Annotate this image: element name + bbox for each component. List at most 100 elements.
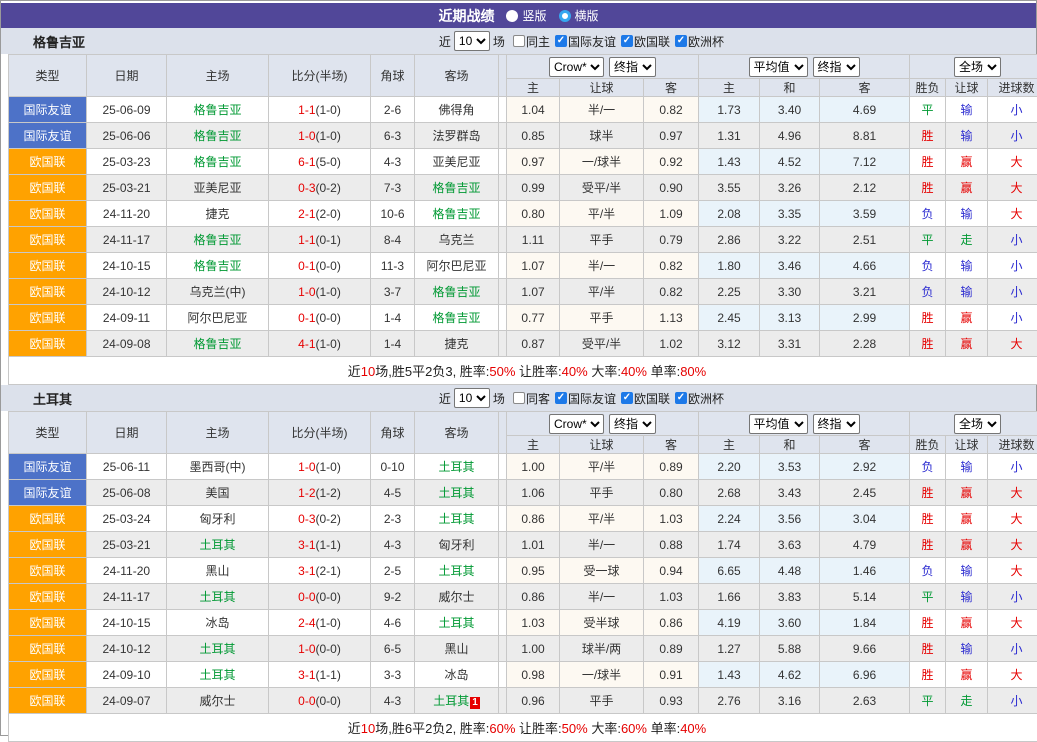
score: 2-1(2-0) <box>269 201 371 227</box>
competition-badge: 国际友谊 <box>9 123 87 149</box>
summary-segment: 40% <box>562 364 588 379</box>
away-odds: 0.90 <box>644 175 699 201</box>
competition-badge: 欧国联 <box>9 688 87 714</box>
comp-nations-league-checkbox[interactable]: 欧国联 <box>621 390 670 407</box>
avg-away: 2.63 <box>820 688 910 714</box>
same-venue-checkbox[interactable]: 同客 <box>513 390 550 407</box>
avg-draw: 3.35 <box>760 201 820 227</box>
odds-group-header: Crow* 终指 <box>507 412 699 436</box>
goals-result: 大 <box>988 610 1037 636</box>
spacer <box>499 201 507 227</box>
avg-home: 2.68 <box>699 480 760 506</box>
handicap-result: 走 <box>946 227 988 253</box>
match-row: 欧国联24-11-20捷克2-1(2-0)10-6格鲁吉亚0.80平/半1.09… <box>9 201 1037 227</box>
handicap-line: 受平/半 <box>560 331 644 357</box>
odds-index-select[interactable]: 终指 <box>609 57 656 77</box>
away-team: 阿尔巴尼亚 <box>415 253 499 279</box>
match-row: 欧国联24-10-12乌克兰(中)1-0(1-0)3-7格鲁吉亚1.07平/半0… <box>9 279 1037 305</box>
scope-select[interactable]: 全场 <box>954 57 1001 77</box>
goals-result: 大 <box>988 149 1037 175</box>
match-row: 国际友谊25-06-08美国1-2(1-2)4-5土耳其1.06平手0.802.… <box>9 480 1037 506</box>
home-odds: 0.85 <box>507 123 560 149</box>
odds-source-select[interactable]: Crow* <box>549 57 604 77</box>
average-index-select[interactable]: 终指 <box>813 414 860 434</box>
handicap-result: 输 <box>946 279 988 305</box>
odds-source-select[interactable]: Crow* <box>549 414 604 434</box>
handicap-line: 球半 <box>560 123 644 149</box>
avg-draw: 4.48 <box>760 558 820 584</box>
match-row: 国际友谊25-06-09格鲁吉亚1-1(1-0)2-6佛得角1.04半/一0.8… <box>9 97 1037 123</box>
same-venue-checkbox[interactable]: 同主 <box>513 33 550 50</box>
summary-segment: 60% <box>621 721 647 736</box>
competition-badge: 欧国联 <box>9 305 87 331</box>
average-index-select[interactable]: 终指 <box>813 57 860 77</box>
away-odds: 0.86 <box>644 610 699 636</box>
away-team: 法罗群岛 <box>415 123 499 149</box>
avg-draw: 3.30 <box>760 279 820 305</box>
col-avg-home: 主 <box>699 436 760 454</box>
comp-euro-checkbox[interactable]: 欧洲杯 <box>675 33 724 50</box>
avg-away: 4.79 <box>820 532 910 558</box>
avg-away: 4.69 <box>820 97 910 123</box>
home-odds: 0.86 <box>507 506 560 532</box>
match-result: 胜 <box>910 662 946 688</box>
match-row: 欧国联24-11-17土耳其0-0(0-0)9-2威尔士0.86半/一1.031… <box>9 584 1037 610</box>
away-odds: 0.94 <box>644 558 699 584</box>
comp-euro-checkbox[interactable]: 欧洲杯 <box>675 390 724 407</box>
scope-group-header: 全场 <box>910 412 1037 436</box>
avg-home: 4.19 <box>699 610 760 636</box>
handicap-line: 平手 <box>560 227 644 253</box>
goals-result: 小 <box>988 584 1037 610</box>
home-odds: 0.98 <box>507 662 560 688</box>
summary-segment: 近 <box>348 721 361 736</box>
home-odds: 0.87 <box>507 331 560 357</box>
average-group-header: 平均值 终指 <box>699 412 910 436</box>
avg-draw: 5.88 <box>760 636 820 662</box>
handicap-result: 赢 <box>946 480 988 506</box>
avg-away: 2.28 <box>820 331 910 357</box>
match-row: 欧国联24-11-20黑山3-1(2-1)2-5土耳其0.95受一球0.946.… <box>9 558 1037 584</box>
match-count-select[interactable]: 10 <box>454 31 490 51</box>
col-handicap-result: 让球 <box>946 79 988 97</box>
comp-nations-league-checkbox[interactable]: 欧国联 <box>621 33 670 50</box>
score: 0-1(0-0) <box>269 253 371 279</box>
away-odds: 0.89 <box>644 454 699 480</box>
match-count-select[interactable]: 10 <box>454 388 490 408</box>
competition-badge: 欧国联 <box>9 227 87 253</box>
goals-result: 小 <box>988 123 1037 149</box>
corners: 3-7 <box>371 279 415 305</box>
col-avg-draw: 和 <box>760 436 820 454</box>
matches-table-georgia: 类型 日期 主场 比分(半场) 角球 客场 Crow* 终指 平均值 终指 <box>8 54 1037 385</box>
match-row: 国际友谊25-06-06格鲁吉亚1-0(1-0)6-3法罗群岛0.85球半0.9… <box>9 123 1037 149</box>
layout-horizontal-radio[interactable]: 横版 <box>559 7 599 24</box>
handicap-line: 半/一 <box>560 532 644 558</box>
comp-friendly-checkbox[interactable]: 国际友谊 <box>555 33 616 50</box>
match-row: 欧国联25-03-21土耳其3-1(1-1)4-3匈牙利1.01半/一0.881… <box>9 532 1037 558</box>
summary-segment: 10 <box>361 364 375 379</box>
away-odds: 0.91 <box>644 662 699 688</box>
corners: 3-3 <box>371 662 415 688</box>
away-odds: 0.82 <box>644 97 699 123</box>
match-row: 欧国联24-09-07威尔士0-0(0-0)4-3土耳其10.96平手0.932… <box>9 688 1037 714</box>
col-result: 胜负 <box>910 436 946 454</box>
layout-vertical-radio[interactable]: 竖版 <box>506 7 546 24</box>
match-result: 平 <box>910 97 946 123</box>
score: 0-3(0-2) <box>269 175 371 201</box>
matches-table-turkey: 类型 日期 主场 比分(半场) 角球 客场 Crow* 终指 平均值 终指 <box>8 411 1037 742</box>
comp-friendly-checkbox[interactable]: 国际友谊 <box>555 390 616 407</box>
average-source-select[interactable]: 平均值 <box>749 57 808 77</box>
avg-draw: 4.52 <box>760 149 820 175</box>
scope-select[interactable]: 全场 <box>954 414 1001 434</box>
score: 4-1(1-0) <box>269 331 371 357</box>
away-team: 格鲁吉亚 <box>415 279 499 305</box>
checkbox-checked-icon <box>675 392 687 404</box>
average-source-select[interactable]: 平均值 <box>749 414 808 434</box>
match-date: 25-06-06 <box>87 123 167 149</box>
odds-index-select[interactable]: 终指 <box>609 414 656 434</box>
page-title: 近期战绩 <box>438 6 494 26</box>
handicap-result: 赢 <box>946 305 988 331</box>
col-avg-away: 客 <box>820 79 910 97</box>
handicap-line: 半/一 <box>560 253 644 279</box>
avg-draw: 3.63 <box>760 532 820 558</box>
avg-away: 4.66 <box>820 253 910 279</box>
